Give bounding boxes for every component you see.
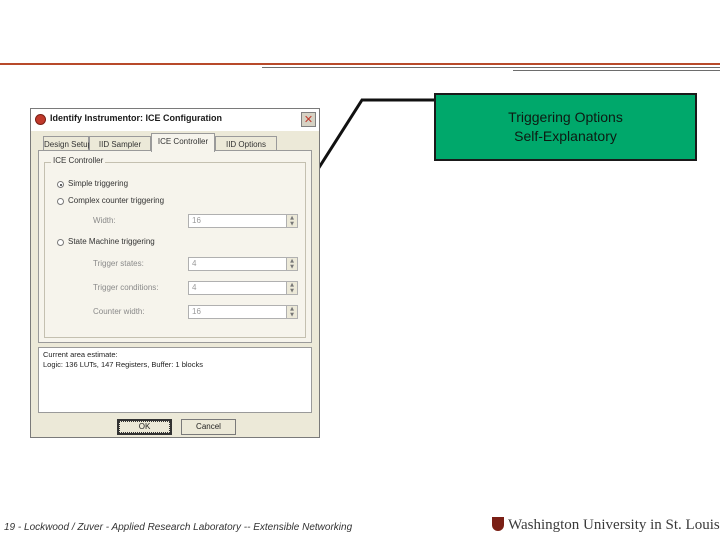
spinner-arrows[interactable]: ▲ ▼ [286, 258, 297, 270]
counter-width-spinner[interactable]: 16 ▲ ▼ [188, 305, 298, 319]
dialog-titlebar[interactable]: Identify Instrumentor: ICE Configuration… [31, 109, 319, 131]
ice-configuration-dialog: Identify Instrumentor: ICE Configuration… [30, 108, 320, 438]
dialog-title: Identify Instrumentor: ICE Configuration [50, 113, 222, 123]
group-title: ICE Controller [51, 156, 106, 165]
tab-iid-sampler[interactable]: IID Sampler [89, 136, 151, 151]
estimate-heading: Current area estimate: [43, 350, 118, 359]
tab-ice-controller[interactable]: ICE Controller [151, 133, 215, 152]
spin-down-icon: ▼ [290, 264, 294, 270]
estimate-details: Logic: 136 LUTs, 147 Registers, Buffer: … [43, 360, 203, 369]
logo-text: Washington University in St. Louis [508, 517, 720, 533]
trigger-states-spinner[interactable]: 4 ▲ ▼ [188, 257, 298, 271]
callout-box: Triggering Options Self-Explanatory [434, 93, 697, 161]
spin-down-icon: ▼ [290, 312, 294, 318]
spinner-arrows[interactable]: ▲ ▼ [286, 306, 297, 318]
close-button[interactable]: ✕ [301, 112, 316, 127]
width-label: Width: [93, 216, 116, 225]
tab-design-setup[interactable]: Design Setup [43, 136, 92, 151]
spinner-arrows[interactable]: ▲ ▼ [286, 282, 297, 294]
counter-width-label: Counter width: [93, 307, 145, 316]
simple-triggering-label: Simple triggering [68, 179, 129, 188]
trigger-states-label: Trigger states: [93, 259, 144, 268]
trigger-conditions-spinner[interactable]: 4 ▲ ▼ [188, 281, 298, 295]
radio-simple-triggering[interactable] [57, 181, 64, 188]
spin-down-icon: ▼ [290, 221, 294, 227]
area-estimate-box: Current area estimate: Logic: 136 LUTs, … [38, 347, 312, 413]
trigger-conditions-label: Trigger conditions: [93, 283, 159, 292]
tab-iid-options[interactable]: IID Options [215, 136, 277, 151]
spinner-arrows[interactable]: ▲ ▼ [286, 215, 297, 227]
university-logo: Washington University in St. Louis [492, 517, 720, 535]
shield-icon [492, 517, 504, 531]
slide-footer: 19 - Lockwood / Zuver - Applied Research… [4, 522, 353, 533]
state-machine-triggering-label: State Machine triggering [68, 237, 155, 246]
radio-complex-counter-triggering[interactable] [57, 198, 64, 205]
ok-button[interactable]: OK [117, 419, 172, 435]
spin-down-icon: ▼ [290, 288, 294, 294]
width-spinner[interactable]: 16 ▲ ▼ [188, 214, 298, 228]
complex-counter-triggering-label: Complex counter triggering [68, 196, 165, 205]
callout-line-2: Self-Explanatory [514, 128, 617, 144]
callout-line-1: Triggering Options [508, 109, 623, 125]
radio-state-machine-triggering[interactable] [57, 239, 64, 246]
cancel-button[interactable]: Cancel [181, 419, 236, 435]
app-icon [35, 114, 46, 125]
